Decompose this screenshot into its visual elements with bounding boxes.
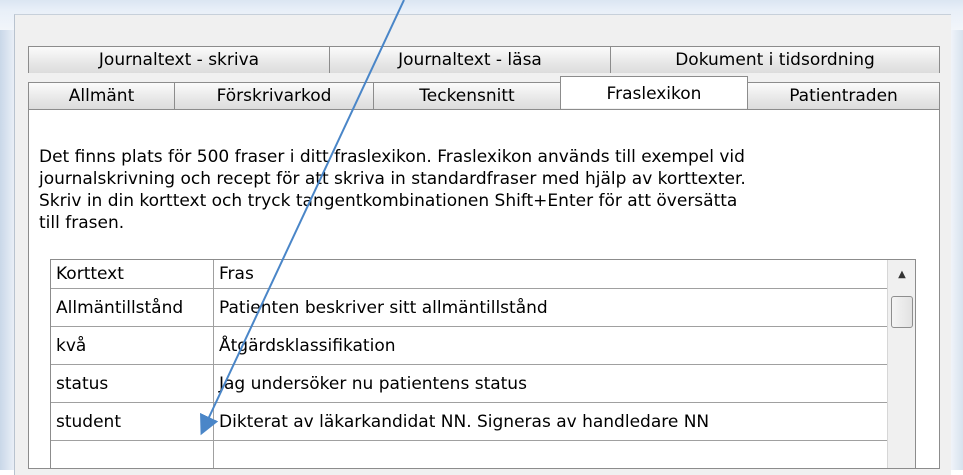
korttext-cell[interactable]: status bbox=[51, 365, 214, 402]
tab-allmant[interactable]: Allmänt bbox=[28, 82, 175, 109]
table-row[interactable]: kvå Åtgärdsklassifikation bbox=[51, 327, 887, 365]
table-row[interactable]: status Jag undersöker nu patientens stat… bbox=[51, 365, 887, 403]
description-line: journalskrivning och recept för att skri… bbox=[39, 169, 746, 189]
column-header-korttext[interactable]: Korttext bbox=[51, 260, 214, 288]
korttext-cell[interactable]: kvå bbox=[51, 327, 214, 364]
fras-cell[interactable]: Åtgärdsklassifikation bbox=[214, 327, 887, 364]
tab-forskrivarkod[interactable]: Förskrivarkod bbox=[174, 82, 374, 109]
fras-cell[interactable]: Patienten beskriver sitt allmäntillstånd bbox=[214, 289, 887, 326]
tab-journaltext-lasa[interactable]: Journaltext - läsa bbox=[329, 46, 611, 73]
tab-fraslexikon[interactable]: Fraslexikon bbox=[560, 76, 748, 108]
description-line: till frasen. bbox=[39, 213, 125, 233]
window-left-border bbox=[0, 30, 14, 470]
tab-patientraden[interactable]: Patientraden bbox=[747, 82, 940, 109]
korttext-cell[interactable]: student bbox=[51, 403, 214, 440]
description-line: Skriv in din korttext och tryck tangentk… bbox=[39, 191, 738, 211]
fras-cell[interactable]: Dikterat av läkarkandidat NN. Signeras a… bbox=[214, 403, 887, 440]
description-line: Det finns plats för 500 fraser i ditt fr… bbox=[39, 147, 745, 167]
scroll-up-arrow-icon[interactable]: ▲ bbox=[890, 262, 914, 286]
tab-dokument-i-tidsordning[interactable]: Dokument i tidsordning bbox=[610, 46, 940, 73]
korttext-cell[interactable]: Allmäntillstånd bbox=[51, 289, 214, 326]
tab-journaltext-skriva[interactable]: Journaltext - skriva bbox=[28, 46, 330, 73]
table-row[interactable]: Allmäntillstånd Patienten beskriver sitt… bbox=[51, 289, 887, 327]
vertical-scrollbar[interactable]: ▲ bbox=[887, 260, 915, 468]
fras-cell[interactable]: Jag undersöker nu patientens status bbox=[214, 365, 887, 402]
window-right-border bbox=[950, 30, 963, 470]
scrollbar-thumb[interactable] bbox=[891, 296, 913, 328]
phrase-table: Korttext Fras Allmäntillstånd Patienten … bbox=[50, 259, 916, 469]
description-text: Det finns plats för 500 fraser i ditt fr… bbox=[39, 146, 889, 234]
column-header-fras[interactable]: Fras bbox=[214, 260, 887, 288]
table-header: Korttext Fras bbox=[51, 260, 887, 289]
table-row[interactable]: student Dikterat av läkarkandidat NN. Si… bbox=[51, 403, 887, 441]
tab-teckensnitt[interactable]: Teckensnitt bbox=[373, 82, 561, 109]
